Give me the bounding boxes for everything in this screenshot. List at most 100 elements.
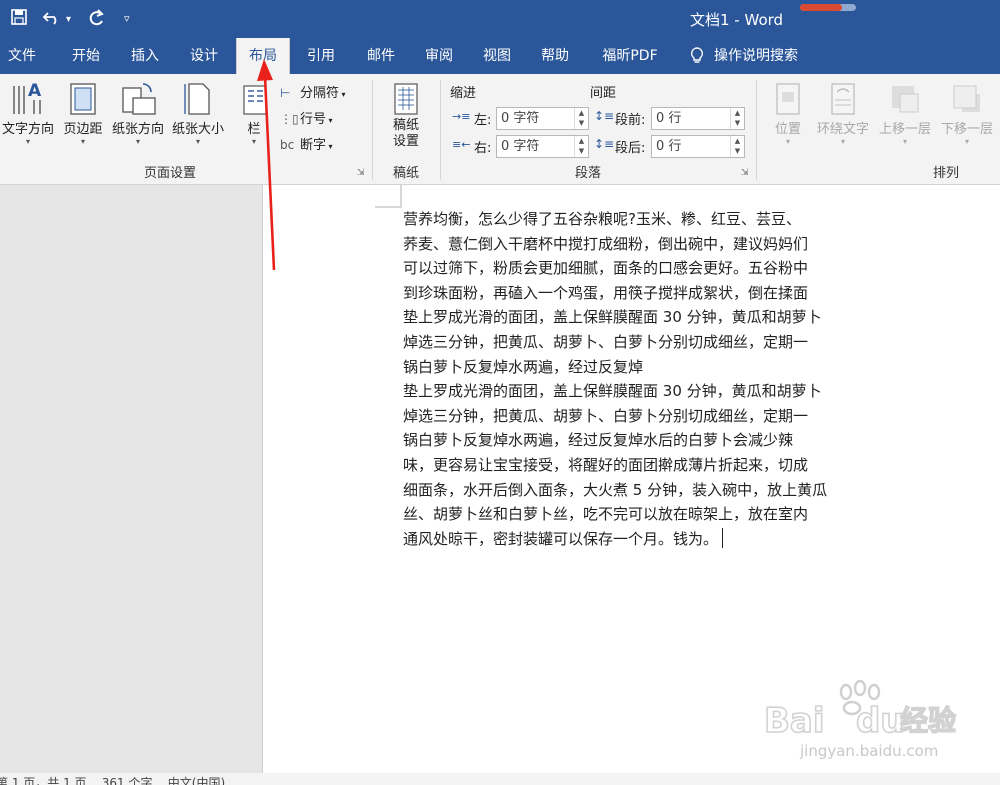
margins-icon <box>70 83 96 115</box>
watermark-brand-text: Bai <box>764 701 825 741</box>
hyphenation-button[interactable]: bc 断字 ▾ <box>280 134 333 153</box>
spinner-arrows-icon[interactable]: ▲ ▼ <box>574 108 588 129</box>
undo-icon[interactable] <box>42 8 62 31</box>
tab-references[interactable]: 引用 <box>294 38 348 74</box>
spacing-before-input[interactable]: 0 行 ▲ ▼ <box>651 107 745 130</box>
page-size-label: 纸张大小 <box>171 122 224 137</box>
document-line[interactable]: 通风处晾干，密封装罐可以保存一个月。钱为。 <box>403 527 873 552</box>
spacing-after-icon: ↕≡ <box>594 137 615 151</box>
send-backward-button[interactable]: 下移一层 ▾ <box>936 80 998 146</box>
tab-home[interactable]: 开始 <box>56 38 116 74</box>
arrange-group-label: 排列 <box>932 166 959 181</box>
ribbon-tab-bar: 文件 开始 插入 设计 布局 引用 邮件 审阅 视图 帮助 福昕PDF 操作说明… <box>0 38 1000 74</box>
document-line[interactable]: 焯选三分钟，把黄瓜、胡萝卜、白萝卜分别切成细丝，定期一 <box>403 330 873 355</box>
indent-title: 缩进 <box>450 86 477 101</box>
window-title: 文档1 - Word <box>690 11 784 29</box>
document-line[interactable]: 到珍珠面粉，再磕入一个鸡蛋，用筷子搅拌成絮状，倒在揉面 <box>403 281 873 306</box>
page-size-icon <box>184 83 210 115</box>
line-numbers-button[interactable]: ⋮▯行号 ▾ <box>280 108 333 127</box>
document-line[interactable]: 垫上罗成光滑的面团，盖上保鲜膜醒面 30 分钟，黄瓜和胡萝卜 <box>403 305 873 330</box>
spacing-after-input[interactable]: 0 行 ▲ ▼ <box>651 135 745 158</box>
customize-qat-icon[interactable]: ▿ <box>124 12 130 25</box>
wrap-text-icon <box>831 83 855 115</box>
indent-right-label: 右: <box>474 141 492 156</box>
line-numbers-label: 行号 <box>300 112 327 127</box>
document-line[interactable]: 味，更容易让宝宝接受，将醒好的面团擀成薄片折起来，切成 <box>403 453 873 478</box>
document-line[interactable]: 焯选三分钟，把黄瓜、胡萝卜、白萝卜分别切成细丝，定期一 <box>403 404 873 429</box>
tab-file[interactable]: 文件 <box>0 38 44 74</box>
group-separator <box>756 80 757 180</box>
manuscript-group-label: 稿纸 <box>392 166 419 181</box>
indent-left-icon: →≡ <box>452 110 471 123</box>
text-direction-button[interactable]: A 文字方向 ▾ <box>0 80 58 146</box>
group-separator <box>440 80 441 180</box>
save-icon[interactable] <box>10 8 28 31</box>
document-line[interactable]: 锅白萝卜反复焯水两遍，经过反复焯水后的白萝卜会减少辣 <box>403 428 873 453</box>
orientation-label: 纸张方向 <box>111 122 164 137</box>
hyphenation-label: 断字 <box>300 138 327 153</box>
tab-mailings[interactable]: 邮件 <box>352 38 410 74</box>
position-icon <box>776 83 800 115</box>
document-line[interactable]: 锅白萝卜反复焯水两遍，经过反复焯 <box>403 355 873 380</box>
breaks-label: 分隔符 <box>300 86 340 101</box>
document-line[interactable]: 营养均衡，怎么少得了五谷杂粮呢?玉米、糁、红豆、芸豆、 <box>403 207 873 232</box>
indent-left-label: 左: <box>474 113 492 128</box>
progress-indicator <box>800 4 856 11</box>
margins-label: 页边距 <box>63 122 103 137</box>
send-backward-label: 下移一层 <box>940 122 993 137</box>
orientation-icon <box>122 83 156 115</box>
text-cursor <box>722 527 724 548</box>
spinner-arrows-icon[interactable]: ▲ ▼ <box>574 136 588 157</box>
page-size-button[interactable]: 纸张大小 ▾ <box>168 80 228 146</box>
paragraph-group-label: 段落 <box>574 166 601 181</box>
tab-view[interactable]: 视图 <box>468 38 526 74</box>
tab-review[interactable]: 审阅 <box>410 38 468 74</box>
position-label: 位置 <box>774 122 801 137</box>
bring-forward-button[interactable]: 上移一层 ▾ <box>874 80 936 146</box>
watermark-brand-cn: 经验 <box>900 704 956 737</box>
bring-forward-icon <box>892 86 919 113</box>
bring-forward-label: 上移一层 <box>878 122 931 137</box>
indent-right-icon: ≡← <box>452 138 471 151</box>
tab-design[interactable]: 设计 <box>174 38 234 74</box>
spinner-arrows-icon[interactable]: ▲ ▼ <box>730 136 744 157</box>
group-separator <box>372 80 373 180</box>
position-button[interactable]: 位置 ▾ <box>764 80 812 146</box>
watermark-url: jingyan.baidu.com <box>799 742 938 760</box>
text-direction-icon: A <box>13 81 42 114</box>
manuscript-icon <box>394 83 418 115</box>
document-line[interactable]: 丝、胡萝卜丝和白萝卜丝，吃不完可以放在晾架上，放在室内 <box>403 502 873 527</box>
title-bar: ▾ ▿ 文档1 - Word <box>0 0 1000 38</box>
page-setup-group-label: 页面设置 <box>143 166 196 181</box>
manuscript-settings-button[interactable]: 稿纸 设置 <box>380 80 432 150</box>
page-corner-mark <box>375 185 402 208</box>
breaks-button[interactable]: ⊢ 分隔符 ▾ <box>280 82 346 101</box>
wrap-text-button[interactable]: 环绕文字 ▾ <box>812 80 874 146</box>
orientation-button[interactable]: 纸张方向 ▾ <box>108 80 168 146</box>
spinner-arrows-icon[interactable]: ▲ ▼ <box>730 108 744 129</box>
indent-right-input[interactable]: 0 字符 ▲ ▼ <box>496 135 589 158</box>
redo-icon[interactable] <box>86 8 106 33</box>
ribbon-layout: A 文字方向 ▾ 页边距 ▾ 纸张方向 ▾ 纸张大小 ▾ 栏 ▾ ⊢ 分隔符 ▾ … <box>0 74 1000 185</box>
document-body-text[interactable]: 营养均衡，怎么少得了五谷杂粮呢?玉米、糁、红豆、芸豆、 荞麦、薏仁倒入干磨杯中搅打… <box>403 207 873 551</box>
undo-dropdown-icon[interactable]: ▾ <box>66 14 71 25</box>
wrap-text-label: 环绕文字 <box>816 122 869 137</box>
tab-foxit-pdf[interactable]: 福昕PDF <box>590 38 670 74</box>
lightbulb-icon[interactable] <box>690 47 704 69</box>
indent-left-input[interactable]: 0 字符 ▲ ▼ <box>496 107 589 130</box>
page-setup-dialog-launcher-icon[interactable]: ⇲ <box>357 168 365 178</box>
tell-me-search[interactable]: 操作说明搜索 <box>714 38 812 74</box>
status-bar: 第 1 页，共 1 页 361 个字 中文(中国) <box>0 773 1000 785</box>
tab-help[interactable]: 帮助 <box>526 38 584 74</box>
status-text: 第 1 页，共 1 页 361 个字 中文(中国) <box>0 776 226 785</box>
spacing-title: 间距 <box>590 86 617 101</box>
baidu-paw-logo: Bai du 经验 jingyan.baidu.com <box>763 679 957 760</box>
tab-insert[interactable]: 插入 <box>116 38 174 74</box>
document-line[interactable]: 细面条，水开后倒入面条，大火煮 5 分钟，装入碗中，放上黄瓜 <box>403 478 873 503</box>
paragraph-dialog-launcher-icon[interactable]: ⇲ <box>741 168 749 178</box>
document-line[interactable]: 荞麦、薏仁倒入干磨杯中搅打成细粉，倒出碗中，建议妈妈们 <box>403 232 873 257</box>
document-line[interactable]: 可以过筛下，粉质会更加细腻，面条的口感会更好。五谷粉中 <box>403 256 873 281</box>
watermark-logo: Bai du 经验 jingyan.baidu.com <box>760 679 990 760</box>
margins-button[interactable]: 页边距 ▾ <box>58 80 108 146</box>
document-line[interactable]: 垫上罗成光滑的面团，盖上保鲜膜醒面 30 分钟，黄瓜和胡萝卜 <box>403 379 873 404</box>
